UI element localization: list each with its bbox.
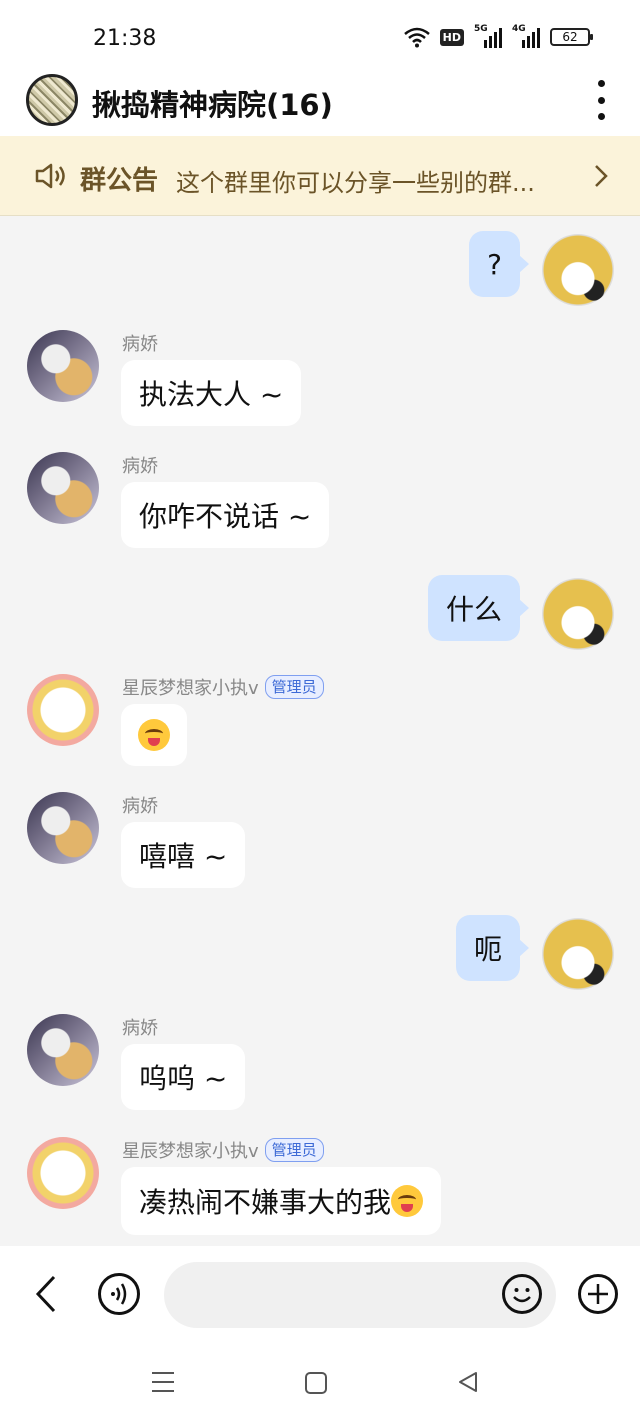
status-bar: 21:38 HD 5G 4G 62	[0, 0, 640, 64]
sender-avatar[interactable]	[27, 1137, 99, 1209]
back-icon[interactable]	[32, 1274, 60, 1314]
message-input[interactable]	[164, 1262, 556, 1328]
message-bubble[interactable]: 凑热闹不嫌事大的我	[121, 1167, 442, 1235]
sim1-label: 5G	[474, 24, 488, 34]
speaker-icon	[35, 163, 65, 189]
sender-name: 星辰梦想家小执v 管理员	[122, 674, 324, 700]
sender-avatar[interactable]	[27, 330, 99, 402]
sender-name: 病娇	[122, 330, 158, 356]
admin-badge: 管理员	[264, 1138, 324, 1162]
my-avatar[interactable]	[542, 234, 614, 306]
hd-badge: HD	[439, 28, 464, 46]
message-bubble[interactable]: 什么	[427, 575, 530, 641]
emoji-icon[interactable]	[502, 1274, 542, 1314]
message-bubble[interactable]: ?	[469, 231, 529, 297]
group-avatar[interactable]	[26, 74, 78, 126]
my-avatar[interactable]	[542, 918, 614, 990]
sender-name: 病娇	[122, 1014, 158, 1040]
chat-header: 揪捣精神病院(16)	[0, 64, 640, 136]
sender-avatar[interactable]	[27, 674, 99, 746]
nav-back-icon[interactable]	[456, 1370, 480, 1394]
message-bubble[interactable]: 你咋不说话 ~	[121, 482, 330, 548]
signal-5g-icon: 5G	[474, 24, 502, 48]
sender-name: 病娇	[122, 792, 158, 818]
announcement-text: 这个群里你可以分享一些别的群...	[176, 169, 535, 197]
savoring-face-emoji-icon	[138, 719, 170, 751]
sender-name: 星辰梦想家小执v 管理员	[122, 1137, 324, 1163]
sender-name-text: 病娇	[122, 1018, 158, 1039]
signal-4g-icon: 4G	[512, 24, 540, 48]
voice-icon[interactable]	[98, 1273, 140, 1315]
message-bubble[interactable]: 嘻嘻 ~	[121, 822, 246, 888]
announcement-label: 群公告	[80, 166, 159, 196]
message-text: 凑热闹不嫌事大的我	[139, 1186, 392, 1219]
my-avatar[interactable]	[542, 578, 614, 650]
message-bubble[interactable]	[121, 704, 187, 766]
group-announcement[interactable]: 群公告 这个群里你可以分享一些别的群...	[0, 136, 640, 216]
sim2-label: 4G	[512, 24, 526, 34]
sender-name-text: 病娇	[122, 456, 158, 477]
status-time: 21:38	[93, 26, 157, 51]
message-bubble[interactable]: 呃	[455, 915, 530, 981]
sender-avatar[interactable]	[27, 792, 99, 864]
sender-name-text: 病娇	[122, 334, 158, 355]
input-bar	[0, 1246, 640, 1342]
plus-icon[interactable]	[578, 1274, 618, 1314]
battery-level: 62	[562, 30, 578, 44]
sender-avatar[interactable]	[27, 452, 99, 524]
sender-name-text: 星辰梦想家小执v	[122, 678, 259, 699]
home-icon[interactable]	[305, 1372, 327, 1394]
sender-avatar[interactable]	[27, 1014, 99, 1086]
sender-name-text: 星辰梦想家小执v	[122, 1141, 259, 1162]
recent-apps-icon[interactable]	[152, 1372, 174, 1392]
message-bubble[interactable]: 呜呜 ~	[121, 1044, 246, 1110]
admin-badge: 管理员	[264, 675, 324, 699]
sender-name: 病娇	[122, 452, 158, 478]
wifi-icon	[403, 27, 430, 48]
sender-name-text: 病娇	[122, 796, 158, 817]
message-bubble[interactable]: 执法大人 ~	[121, 360, 302, 426]
chevron-right-icon[interactable]	[594, 164, 608, 188]
group-title[interactable]: 揪捣精神病院(16)	[92, 82, 333, 124]
battery-icon: 62	[550, 28, 593, 46]
system-nav-bar	[0, 1342, 640, 1422]
more-vertical-icon[interactable]	[588, 80, 614, 120]
savoring-face-emoji-icon	[391, 1185, 424, 1217]
status-icons: HD 5G 4G 62	[403, 24, 593, 48]
